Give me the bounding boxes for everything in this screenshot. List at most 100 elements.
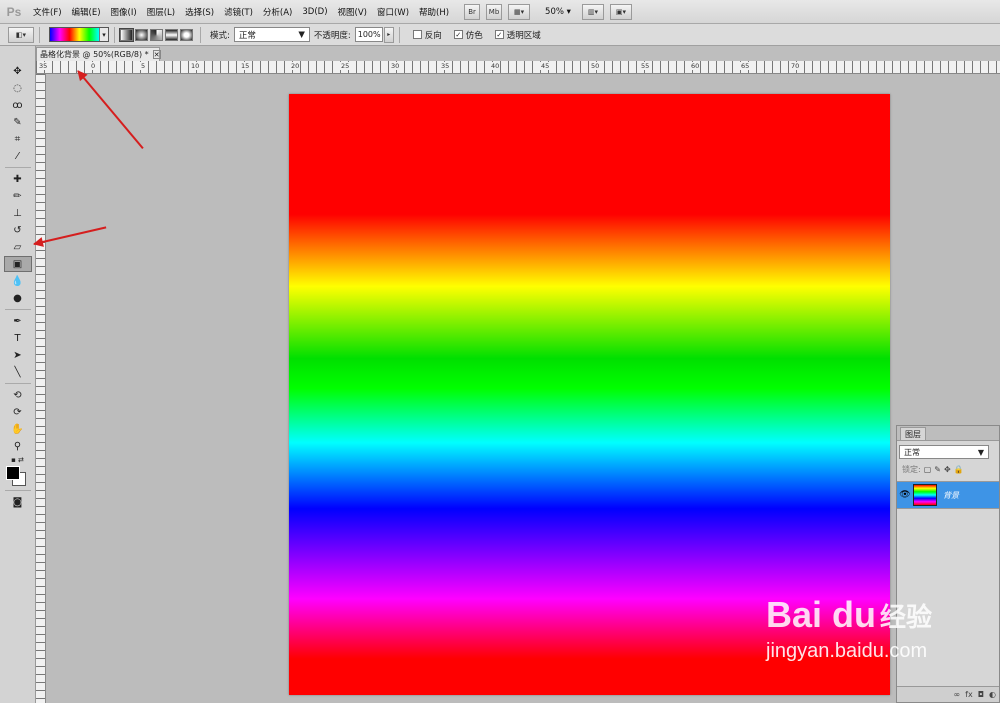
brush-tool-icon[interactable]: ✏: [4, 188, 32, 204]
dither-checkbox[interactable]: ✓: [453, 30, 463, 39]
vertical-ruler[interactable]: [36, 74, 46, 703]
lock-image-icon[interactable]: ✎: [934, 465, 941, 474]
marquee-tool-icon[interactable]: ◌: [4, 80, 32, 96]
menu-file[interactable]: 文件(F): [28, 6, 67, 18]
blend-mode-select[interactable]: 正常 ▼: [899, 445, 989, 459]
eraser-tool-icon[interactable]: ▱: [4, 239, 32, 255]
menu-layer[interactable]: 图层(L): [142, 6, 180, 18]
screen-mode-icon: ▣▾: [615, 7, 626, 16]
extras-dropdown[interactable]: ▦▾: [508, 3, 531, 20]
opacity-input[interactable]: 100%: [354, 27, 383, 42]
lock-all-icon[interactable]: 🔒: [954, 465, 964, 474]
layer-row[interactable]: 👁 背景: [897, 481, 999, 509]
opacity-slider-button[interactable]: ▸: [383, 26, 394, 43]
eyedropper-tool-icon[interactable]: ⁄: [4, 148, 32, 164]
menu-analysis[interactable]: 分析(A): [258, 6, 297, 18]
tab-layers[interactable]: 图层: [900, 427, 926, 440]
fx-icon[interactable]: fx: [965, 690, 973, 699]
type-tool-icon[interactable]: T: [4, 330, 32, 346]
document-title: 晶格化背景 @ 50%(RGB/8) *: [40, 50, 149, 59]
menu-image[interactable]: 图像(I): [106, 6, 142, 18]
lock-position-icon[interactable]: ✥: [944, 465, 951, 474]
clone-stamp-tool-icon[interactable]: ⊥: [4, 205, 32, 221]
horizontal-ruler[interactable]: 35 0 5 10 15 20 25 30 35 40 45 50 55 60 …: [36, 61, 1000, 74]
separator: [200, 26, 201, 43]
ruler-tick-label: 10: [190, 62, 201, 70]
minibridge-button[interactable]: Mb: [486, 3, 503, 20]
path-select-tool-icon[interactable]: ➤: [4, 347, 32, 363]
chevron-down-icon[interactable]: ▾: [99, 28, 108, 41]
ruler-tick-label: 40: [490, 62, 501, 70]
options-bar: ◧▾ ▾ 模式: 正常 ▼ 不透明度: 100% ▸ 反向 ✓ 仿色 ✓ 透明区域: [0, 24, 1000, 46]
reflected-gradient-button[interactable]: [165, 28, 178, 41]
dither-label: 仿色: [465, 30, 483, 41]
menu-filter[interactable]: 滤镜(T): [219, 6, 258, 18]
move-tool-icon[interactable]: ✥: [4, 63, 32, 79]
zoom-tool-icon[interactable]: ⚲: [4, 438, 32, 454]
adjustment-icon[interactable]: ◐: [989, 690, 996, 699]
baidu-logo: Bai du 经验: [766, 594, 933, 635]
ruler-tick-label: 65: [740, 62, 751, 70]
menu-bar: Ps 文件(F) 编辑(E) 图像(I) 图层(L) 选择(S) 滤镜(T) 分…: [0, 0, 1000, 24]
eye-icon[interactable]: 👁: [897, 490, 913, 500]
screen-mode-button[interactable]: ▣▾: [609, 3, 632, 20]
swap-colors-icon[interactable]: ▪ ⇄: [4, 455, 32, 465]
line-tool-icon[interactable]: ╲: [4, 364, 32, 380]
ruler-tick-label: 60: [690, 62, 701, 70]
separator: [39, 26, 40, 43]
menu-edit[interactable]: 编辑(E): [67, 6, 106, 18]
reverse-checkbox[interactable]: [412, 30, 422, 39]
healing-brush-tool-icon[interactable]: ✚: [4, 171, 32, 187]
crop-tool-icon[interactable]: ⌗: [4, 131, 32, 147]
tool-preset-picker[interactable]: ◧▾: [8, 26, 34, 43]
arrange-icon: ▥▾: [587, 7, 598, 16]
quick-mask-icon[interactable]: ◙: [4, 494, 32, 510]
diamond-gradient-button[interactable]: [180, 28, 193, 41]
3d-orbit-tool-icon[interactable]: ⟳: [4, 404, 32, 420]
reverse-label: 反向: [424, 30, 442, 41]
mask-icon[interactable]: ◘: [978, 690, 984, 699]
blur-tool-icon[interactable]: 💧: [4, 273, 32, 289]
gradient-picker[interactable]: ▾: [49, 27, 109, 42]
opacity-label: 不透明度:: [313, 30, 351, 41]
close-icon[interactable]: ✕: [152, 50, 161, 59]
menu-window[interactable]: 窗口(W): [372, 6, 414, 18]
radial-gradient-button[interactable]: [135, 28, 148, 41]
foreground-color-swatch[interactable]: [6, 466, 20, 480]
transparency-checkbox[interactable]: ✓: [494, 30, 504, 39]
gradient-swatch[interactable]: [50, 28, 99, 41]
ruler-tick-label: 50: [590, 62, 601, 70]
linear-gradient-button[interactable]: [120, 28, 133, 41]
history-brush-tool-icon[interactable]: ↺: [4, 222, 32, 238]
separator: [114, 26, 115, 43]
3d-rotate-tool-icon[interactable]: ⟲: [4, 387, 32, 403]
zoom-level[interactable]: 50% ▾: [540, 7, 576, 17]
arrange-documents-button[interactable]: ▥▾: [581, 3, 604, 20]
dodge-tool-icon[interactable]: ●: [4, 290, 32, 306]
grid-icon: ▦▾: [513, 7, 525, 16]
menu-help[interactable]: 帮助(H): [414, 6, 454, 18]
angle-gradient-button[interactable]: [150, 28, 163, 41]
lock-transparent-icon[interactable]: ▢: [924, 465, 932, 474]
gradient-tool-icon: ◧▾: [15, 30, 27, 39]
panel-tab-bar: 图层: [897, 426, 999, 441]
quick-select-tool-icon[interactable]: ✎: [4, 114, 32, 130]
layer-name[interactable]: 背景: [943, 490, 959, 501]
bridge-button[interactable]: Br: [464, 3, 481, 20]
mode-select[interactable]: 正常 ▼: [233, 27, 310, 42]
lock-label: 锁定:: [902, 464, 921, 474]
menu-select[interactable]: 选择(S): [180, 6, 219, 18]
lock-row: 锁定: ▢ ✎ ✥ 🔒: [897, 461, 999, 477]
menu-view[interactable]: 视图(V): [333, 6, 372, 18]
hand-tool-icon[interactable]: ✋: [4, 421, 32, 437]
transparency-label: 透明区域: [506, 30, 541, 41]
ruler-tick-label: 15: [240, 62, 251, 70]
pen-tool-icon[interactable]: ✒: [4, 313, 32, 329]
document-tab[interactable]: 晶格化背景 @ 50%(RGB/8) * ✕: [36, 47, 161, 61]
gradient-tool-icon[interactable]: ▣: [3, 256, 32, 272]
lasso-tool-icon[interactable]: ꝏ: [4, 97, 32, 113]
menu-3d[interactable]: 3D(D): [297, 7, 332, 17]
chevron-down-icon: ▼: [977, 447, 984, 457]
mode-label: 模式:: [210, 30, 230, 41]
photoshop-logo: Ps: [6, 4, 22, 19]
